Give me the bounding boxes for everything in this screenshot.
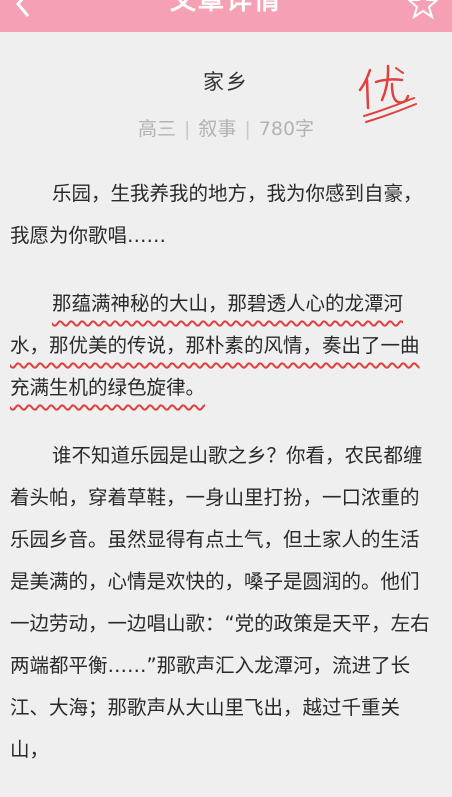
paragraph-highlighted: 那蕴满神秘的大山，那碧透人心的龙潭河水，那优美的传说，那朴素的风情，奏出了一曲充… — [10, 283, 438, 409]
grade-label: 高三 — [137, 118, 176, 140]
favorite-button[interactable] — [407, 0, 439, 20]
paragraph: 乐园，生我养我的地方，我为你感到自豪，我愿为你歌唱…… — [10, 182, 423, 247]
paragraph: 谁不知道乐园是山歌之乡？你看，农民都缠着头帕，穿着草鞋，一身山里打扮，一口浓重的… — [10, 444, 430, 761]
word-count: 780字 — [258, 118, 315, 140]
grade-stamp — [356, 58, 420, 132]
meta-separator: | — [183, 118, 191, 140]
handwritten-grade-mark — [358, 64, 417, 123]
article-body: 乐园，生我养我的地方，我为你感到自豪，我愿为你歌唱…… 那蕴满神秘的大山，那碧透… — [10, 173, 438, 797]
meta-separator: | — [244, 118, 251, 140]
page-title: 文章详情 — [169, 0, 282, 16]
star-outline-icon — [407, 0, 439, 20]
genre-label: 叙事 — [198, 118, 237, 140]
top-bar: 文章详情 — [0, 0, 452, 32]
highlighted-text: 那蕴满神秘的大山，那碧透人心的龙潭河水，那优美的传说，那朴素的风情，奏出了一曲充… — [10, 292, 420, 399]
